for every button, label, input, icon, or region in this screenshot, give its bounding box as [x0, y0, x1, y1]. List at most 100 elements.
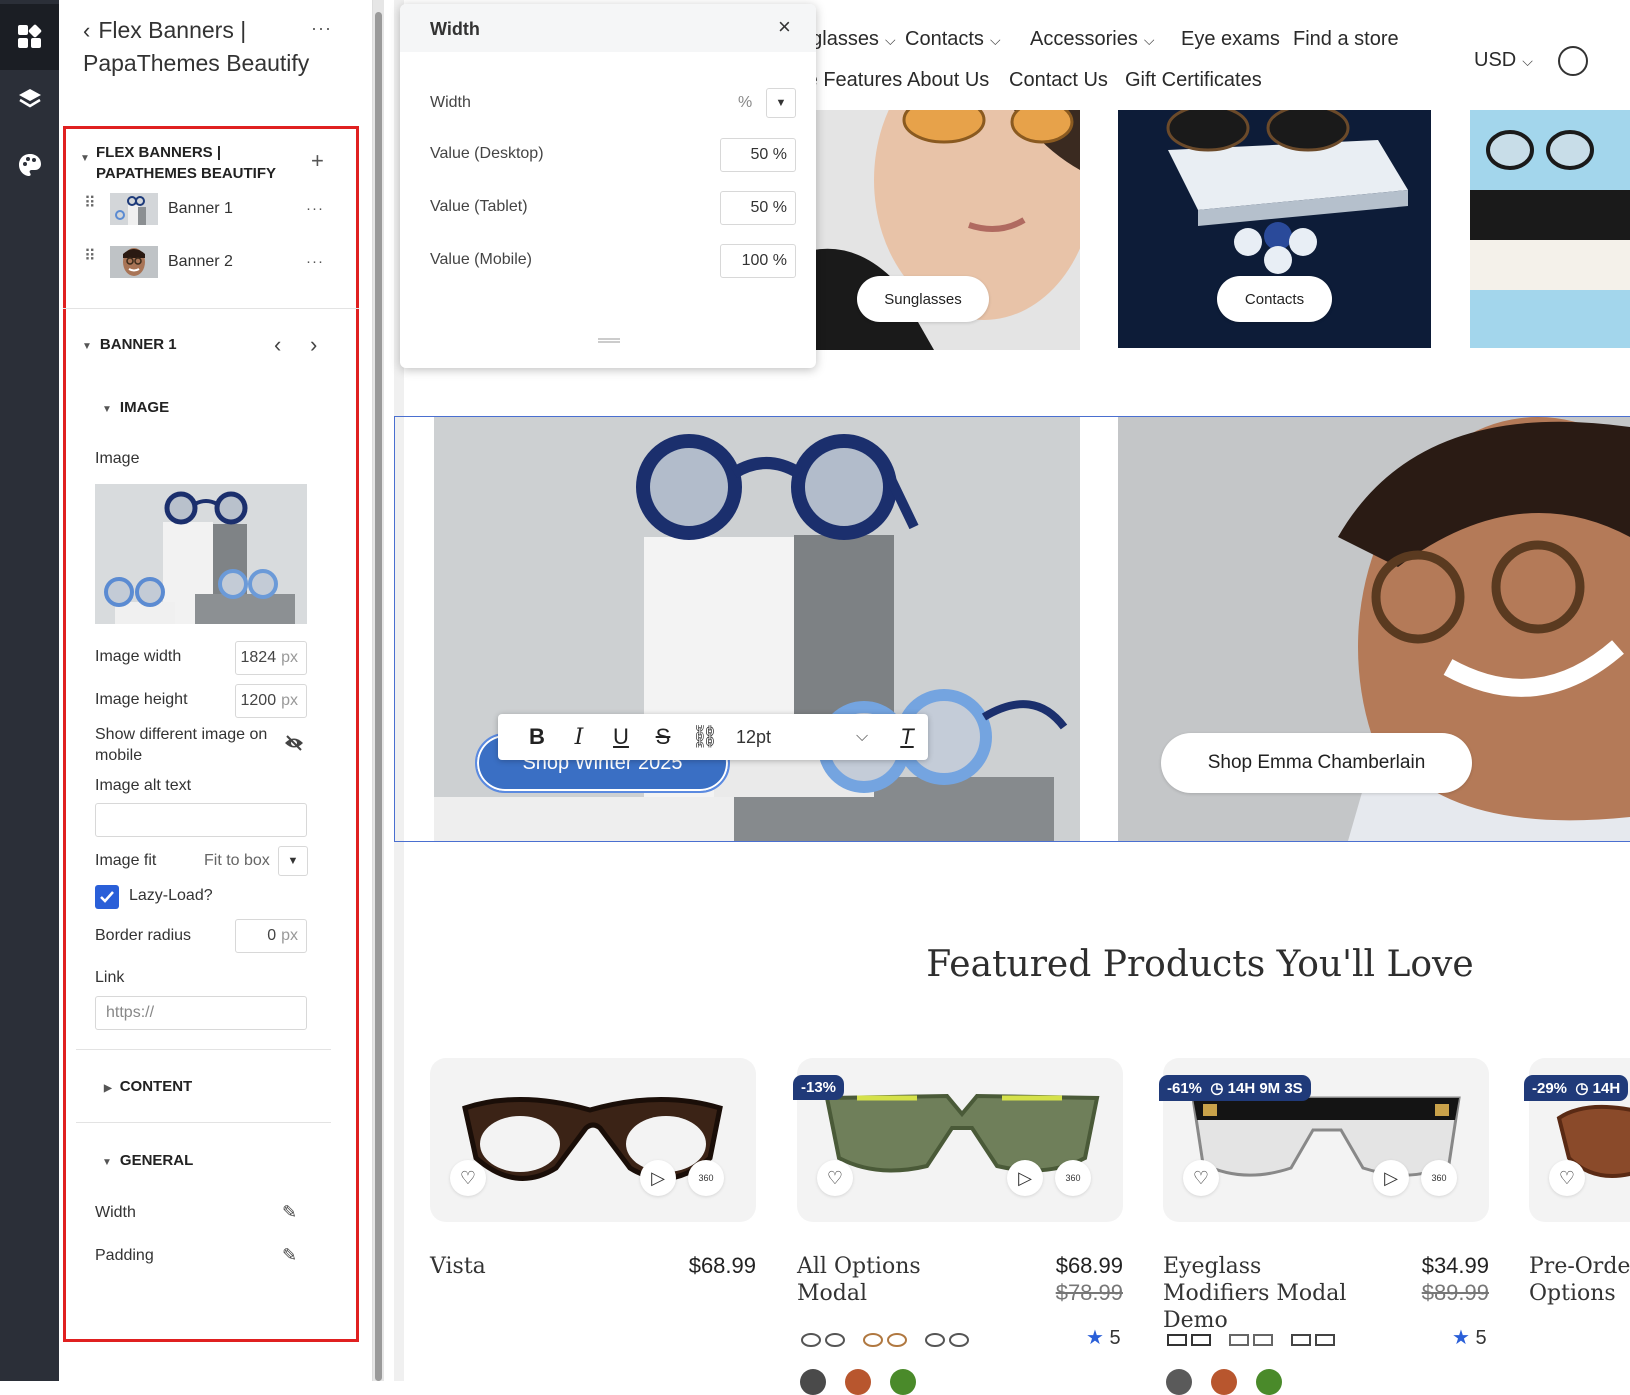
image-section-header[interactable]: ▼ IMAGE	[102, 399, 169, 416]
pencil-icon[interactable]: ✎	[282, 1202, 297, 1223]
nav-item[interactable]: Contact Us	[1009, 69, 1108, 92]
product-name[interactable]: Pre-Order Options	[1529, 1253, 1630, 1307]
heart-icon[interactable]: ♡	[817, 1160, 853, 1196]
nav-item[interactable]: Accessories ⌵	[1030, 28, 1154, 51]
sunglasses-button[interactable]: Sunglasses	[857, 276, 989, 322]
next-icon[interactable]: ›	[310, 332, 317, 358]
desktop-value-field[interactable]: 50 %	[720, 138, 796, 172]
play-icon[interactable]: ▷	[1007, 1160, 1043, 1196]
clear-format-icon[interactable]: T	[886, 724, 928, 750]
rating: ★ 5	[1086, 1325, 1121, 1350]
product-price: $34.99	[1421, 1253, 1489, 1278]
image-width-field[interactable]: 1824 px	[235, 641, 307, 675]
banner-section-header[interactable]: ▼ BANNER 1	[82, 336, 177, 353]
close-icon[interactable]: ×	[778, 14, 791, 40]
more-icon[interactable]: ···	[306, 253, 324, 270]
viewer-360-icon[interactable]: 360	[1421, 1160, 1457, 1196]
prev-icon[interactable]: ‹	[274, 332, 281, 358]
nav-item[interactable]: About Us	[907, 69, 989, 92]
drag-handle-icon[interactable]: ⠿	[84, 249, 96, 265]
nav-item[interactable]: Find a store	[1293, 28, 1399, 51]
color-swatch[interactable]	[890, 1369, 916, 1395]
content-section-header[interactable]: ▶ CONTENT	[104, 1078, 192, 1095]
product-image[interactable]: ♡ ▷ 360	[430, 1058, 756, 1222]
section-header[interactable]: ▼ FLEX BANNERS | PAPATHEMES BEAUTIFY	[80, 142, 280, 184]
contacts-button[interactable]: Contacts	[1217, 276, 1332, 322]
color-swatch[interactable]	[1211, 1369, 1237, 1395]
link-input[interactable]: https://	[95, 996, 307, 1030]
variant-thumbnail[interactable]	[924, 1332, 970, 1348]
add-icon[interactable]: +	[311, 148, 324, 174]
variant-thumbnail[interactable]	[1228, 1332, 1274, 1348]
play-icon[interactable]: ▷	[1373, 1160, 1409, 1196]
popup-header: Width ×	[400, 4, 816, 52]
panel-scrollbar[interactable]	[373, 0, 384, 1381]
strikethrough-button[interactable]: S	[642, 724, 684, 750]
widgets-icon[interactable]	[0, 4, 59, 70]
nav-item[interactable]: Eye exams	[1181, 28, 1280, 51]
variant-thumbnail[interactable]	[1290, 1332, 1336, 1348]
resize-handle-icon[interactable]	[598, 338, 620, 343]
product-name[interactable]: Eyeglass Modifiers Modal Demo	[1163, 1253, 1363, 1334]
accessories-tile[interactable]	[1470, 110, 1630, 348]
variant-thumbnail[interactable]	[862, 1332, 908, 1348]
image-fit-label: Image fit	[95, 852, 157, 869]
dropdown-icon[interactable]: ▼	[278, 846, 308, 876]
color-swatch[interactable]	[1166, 1369, 1192, 1395]
color-swatch[interactable]	[1256, 1369, 1282, 1395]
list-item[interactable]: Banner 1	[168, 200, 233, 218]
heart-icon[interactable]: ♡	[450, 1160, 486, 1196]
layers-icon[interactable]	[0, 66, 59, 132]
viewer-360-icon[interactable]: 360	[688, 1160, 724, 1196]
color-swatch[interactable]	[800, 1369, 826, 1395]
chevron-down-icon[interactable]: ⌵	[856, 728, 886, 746]
currency-selector[interactable]: USD ⌵	[1474, 49, 1533, 72]
product-image[interactable]: ♡ ▷ 360	[797, 1058, 1123, 1222]
dropdown-icon[interactable]: ▼	[766, 88, 796, 118]
more-icon[interactable]: ···	[306, 200, 324, 217]
unit-label: px	[281, 692, 298, 709]
banner-section-title: BANNER 1	[99, 336, 177, 353]
palette-icon[interactable]	[0, 132, 59, 198]
variant-thumbnail[interactable]	[800, 1332, 846, 1348]
variant-thumbnail[interactable]	[1166, 1332, 1212, 1348]
play-icon[interactable]: ▷	[640, 1160, 676, 1196]
eye-off-icon[interactable]	[284, 734, 304, 757]
product-old-price: $89.99	[1421, 1280, 1489, 1305]
color-swatch[interactable]	[845, 1369, 871, 1395]
bold-button[interactable]: B	[516, 724, 558, 750]
divider	[63, 308, 359, 309]
general-section-header[interactable]: ▼ GENERAL	[102, 1152, 193, 1169]
nav-item[interactable]: Gift Certificates	[1125, 69, 1262, 92]
content-section-title: CONTENT	[119, 1078, 193, 1095]
product-name[interactable]: All Options Modal	[797, 1253, 997, 1307]
mobile-value-field[interactable]: 100 %	[720, 244, 796, 278]
tablet-value-field[interactable]: 50 %	[720, 191, 796, 225]
more-icon[interactable]: ···	[311, 18, 332, 39]
border-radius-field[interactable]: 0 px	[235, 919, 307, 953]
rating-value: 5	[1475, 1327, 1487, 1349]
heart-icon[interactable]: ♡	[1549, 1160, 1585, 1196]
link-icon[interactable]: ⛓	[684, 724, 726, 750]
image-preview[interactable]	[95, 484, 307, 624]
underline-button[interactable]: U	[600, 724, 642, 750]
drag-handle-icon[interactable]: ⠿	[84, 196, 96, 212]
lazy-load-checkbox[interactable]	[95, 885, 119, 909]
viewer-360-icon[interactable]: 360	[1055, 1160, 1091, 1196]
unit-value[interactable]: %	[738, 94, 752, 112]
alt-text-input[interactable]	[95, 803, 307, 837]
pencil-icon[interactable]: ✎	[282, 1245, 297, 1266]
alt-text-label: Image alt text	[95, 777, 192, 794]
image-width-label: Image width	[95, 648, 182, 665]
nav-item[interactable]: Contacts ⌵	[905, 28, 1001, 51]
account-icon[interactable]	[1558, 46, 1588, 76]
shop-emma-button[interactable]: Shop Emma Chamberlain	[1161, 733, 1472, 793]
image-fit-value[interactable]: Fit to box	[204, 852, 270, 870]
font-size-select[interactable]: 12pt	[726, 727, 856, 748]
italic-button[interactable]: I	[558, 725, 600, 750]
image-height-field[interactable]: 1200 px	[235, 684, 307, 718]
list-item[interactable]: Banner 2	[168, 253, 233, 271]
back-icon[interactable]: ‹	[83, 18, 90, 43]
product-name[interactable]: Vista	[430, 1253, 630, 1280]
heart-icon[interactable]: ♡	[1183, 1160, 1219, 1196]
